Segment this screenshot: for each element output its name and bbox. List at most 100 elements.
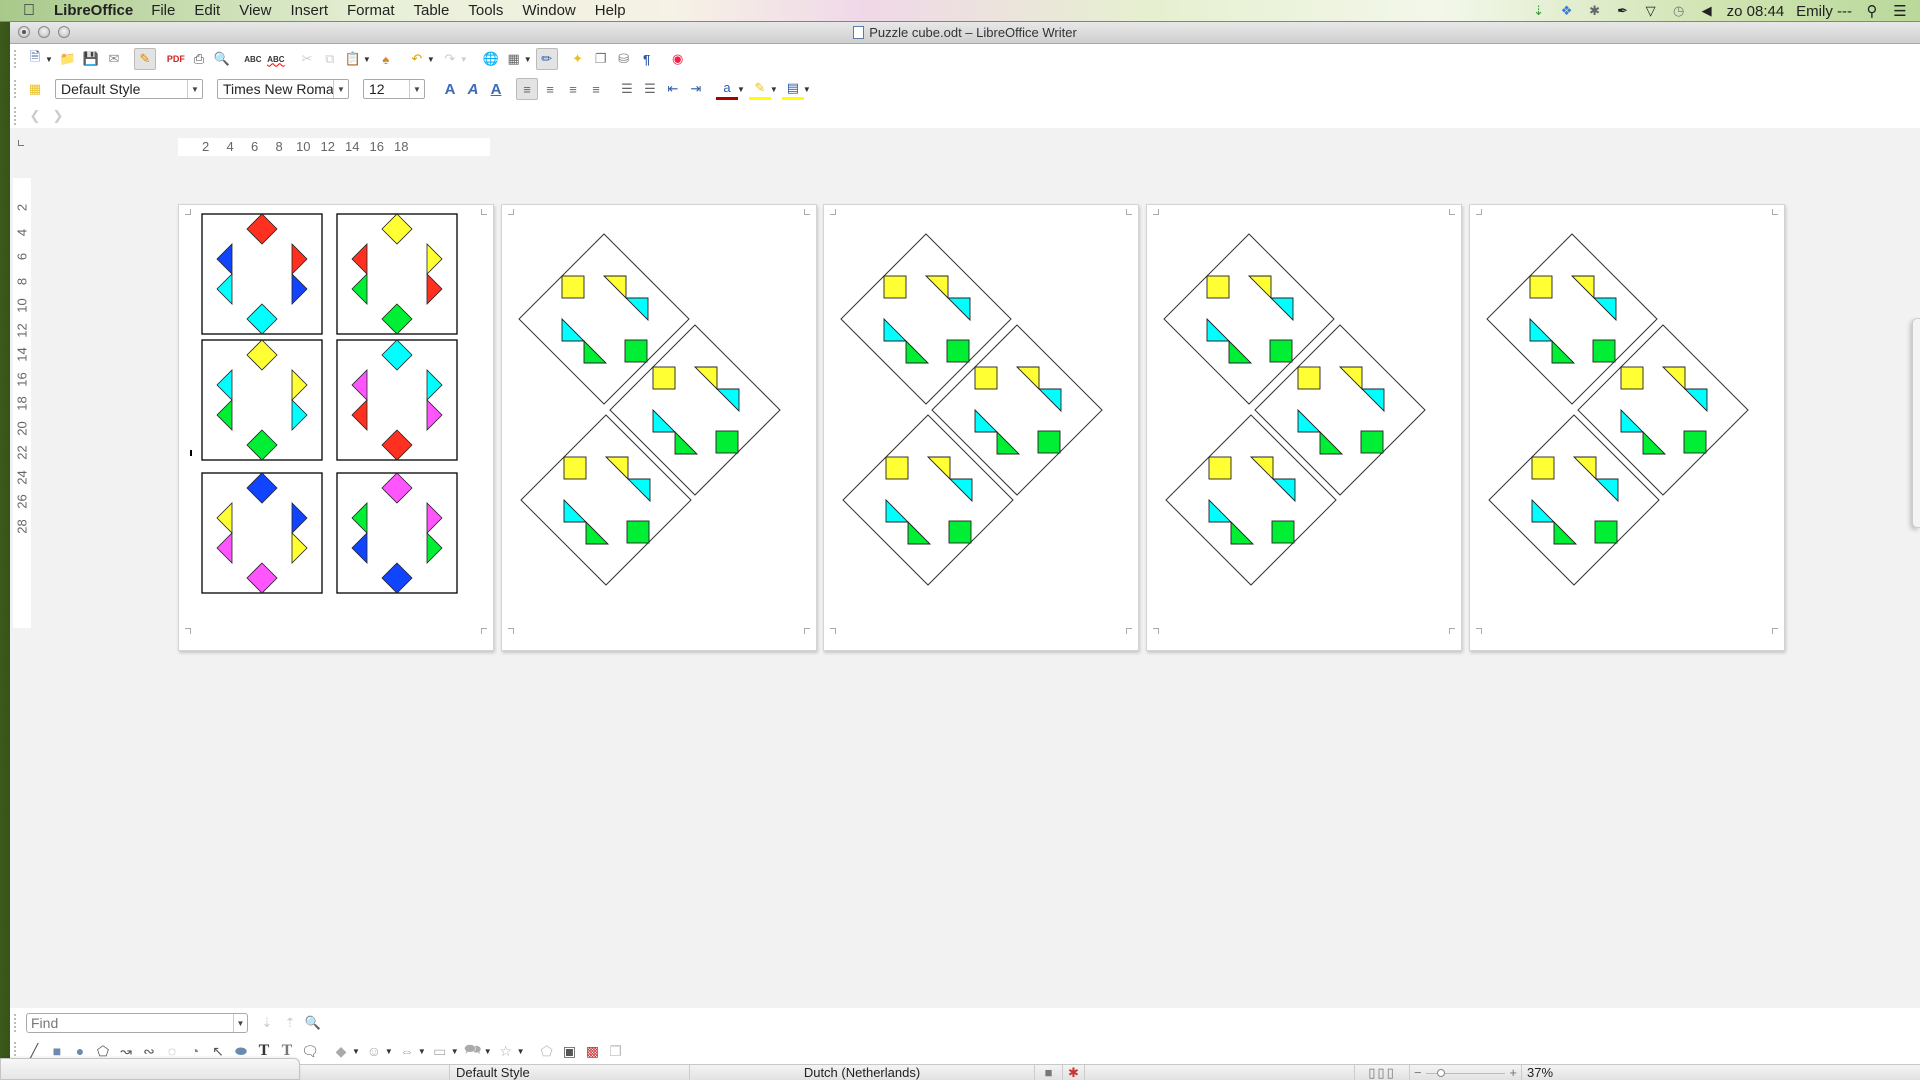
bold-icon[interactable]: A bbox=[439, 78, 461, 100]
chevron-down-icon[interactable]: ▼ bbox=[409, 80, 424, 98]
zoom-window-button[interactable] bbox=[58, 26, 70, 38]
paste-dropdown-arrow[interactable]: ▼ bbox=[363, 55, 371, 64]
dropbox-icon[interactable]: ❖ bbox=[1559, 3, 1575, 19]
symbol-shapes-dropdown-arrow[interactable]: ▼ bbox=[385, 1047, 393, 1056]
horizontal-ruler[interactable]: 2 4 6 8 10 12 14 16 18 bbox=[178, 138, 490, 156]
highlighting-dropdown-arrow[interactable]: ▼ bbox=[770, 85, 778, 94]
zoom-out-icon[interactable]: − bbox=[1414, 1065, 1422, 1080]
find-next-icon[interactable]: ⇣ bbox=[256, 1012, 278, 1034]
copy-icon[interactable]: ⧉ bbox=[319, 48, 341, 70]
hyperlink-icon[interactable]: 🌐 bbox=[480, 48, 502, 70]
font-color-dropdown-arrow[interactable]: ▼ bbox=[737, 85, 745, 94]
underline-icon[interactable]: A bbox=[485, 78, 507, 100]
font-color-icon[interactable]: a bbox=[716, 78, 738, 100]
spellcheck-icon[interactable]: ABC bbox=[242, 48, 264, 70]
menu-file[interactable]: File bbox=[151, 2, 175, 19]
flowcharts-dropdown-arrow[interactable]: ▼ bbox=[451, 1047, 459, 1056]
chevron-down-icon[interactable]: ▼ bbox=[187, 80, 202, 98]
find-replace-icon[interactable]: 🔍 bbox=[302, 1012, 324, 1034]
paragraph-style-select[interactable]: Default Style ▼ bbox=[55, 79, 203, 99]
print-preview-icon[interactable]: 🔍 bbox=[211, 48, 233, 70]
toolbar-grip[interactable] bbox=[14, 1014, 18, 1032]
document-workspace[interactable]: 2 4 6 8 10 12 14 16 18 2 4 6 8 10 12 14 16 18 20 22 24 26 28 bbox=[10, 128, 1920, 1008]
table-dropdown-arrow[interactable]: ▼ bbox=[524, 55, 532, 64]
highlighting-icon[interactable]: ✎ bbox=[748, 78, 771, 100]
gallery-icon[interactable]: ❐ bbox=[590, 48, 612, 70]
font-size-select[interactable]: 12 ▼ bbox=[363, 79, 425, 99]
volume-icon[interactable]: ◀ bbox=[1699, 3, 1715, 19]
undo-dropdown-arrow[interactable]: ▼ bbox=[427, 55, 435, 64]
notification-center-icon[interactable]: ☰ bbox=[1892, 3, 1908, 20]
user-name[interactable]: Emily --- bbox=[1796, 3, 1852, 20]
cut-icon[interactable]: ✂ bbox=[296, 48, 318, 70]
open-folder-icon[interactable]: 📁 bbox=[57, 48, 79, 70]
clone-formatting-icon[interactable]: ♠ bbox=[375, 48, 397, 70]
points-icon[interactable]: ⬠ bbox=[537, 1041, 557, 1061]
fontwork-gallery-icon[interactable]: ▣ bbox=[560, 1041, 580, 1061]
ruler-corner-tab-selector[interactable] bbox=[18, 140, 24, 146]
page-4[interactable] bbox=[1146, 204, 1462, 651]
zoom-slider-knob[interactable] bbox=[1436, 1068, 1445, 1077]
clock[interactable]: zo 08:44 bbox=[1727, 3, 1785, 20]
page-2[interactable] bbox=[501, 204, 817, 651]
menu-edit[interactable]: Edit bbox=[194, 2, 220, 19]
forward-icon[interactable]: ❯ bbox=[47, 105, 69, 127]
wifi-icon[interactable]: ▽ bbox=[1643, 3, 1659, 19]
email-icon[interactable]: ✉ bbox=[103, 48, 125, 70]
sidebar-panel-handle[interactable] bbox=[1912, 318, 1920, 528]
help-icon[interactable]: ◉ bbox=[667, 48, 689, 70]
toolbar-grip[interactable] bbox=[14, 107, 18, 125]
time-machine-icon[interactable]: ◷ bbox=[1671, 3, 1687, 19]
new-document-icon[interactable]: 🗎 bbox=[24, 48, 46, 70]
paste-icon[interactable]: 📋 bbox=[342, 48, 364, 70]
font-name-select[interactable]: Times New Roma ▼ bbox=[217, 79, 349, 99]
bluetooth-icon[interactable]: ✱ bbox=[1587, 3, 1603, 19]
increase-indent-icon[interactable]: ⇥ bbox=[685, 78, 707, 100]
redo-icon[interactable]: ↷ bbox=[439, 48, 461, 70]
block-arrows-dropdown-arrow[interactable]: ▼ bbox=[418, 1047, 426, 1056]
callouts-dropdown-arrow[interactable]: ▼ bbox=[484, 1047, 492, 1056]
menu-help[interactable]: Help bbox=[595, 2, 626, 19]
toolbar-grip[interactable] bbox=[14, 50, 18, 68]
align-right-icon[interactable]: ≡ bbox=[562, 78, 584, 100]
page-style-status[interactable]: Default Style bbox=[450, 1065, 690, 1080]
new-dropdown-arrow[interactable]: ▼ bbox=[45, 55, 53, 64]
print-icon[interactable]: ⎙ bbox=[188, 48, 210, 70]
background-color-icon[interactable]: ▤ bbox=[781, 78, 804, 100]
zoom-percent[interactable]: 37% bbox=[1522, 1065, 1558, 1080]
menu-format[interactable]: Format bbox=[347, 2, 395, 19]
toolbar-grip[interactable] bbox=[14, 80, 18, 98]
menu-table[interactable]: Table bbox=[414, 2, 450, 19]
menu-window[interactable]: Window bbox=[522, 2, 575, 19]
formatting-marks-icon[interactable]: ¶ bbox=[636, 48, 658, 70]
close-window-button[interactable] bbox=[18, 26, 30, 38]
find-input[interactable]: Find ▼ bbox=[26, 1013, 248, 1033]
block-arrows-icon[interactable]: ⇔ bbox=[397, 1041, 417, 1061]
menu-tools[interactable]: Tools bbox=[468, 2, 503, 19]
basic-shapes-dropdown-arrow[interactable]: ▼ bbox=[352, 1047, 360, 1056]
find-previous-icon[interactable]: ⇡ bbox=[279, 1012, 301, 1034]
save-icon[interactable]: 💾 bbox=[80, 48, 102, 70]
callouts-icon[interactable]: 🗪 bbox=[463, 1041, 483, 1061]
apple-menu-icon[interactable]:  bbox=[18, 2, 40, 20]
symbol-shapes-icon[interactable]: ☺ bbox=[364, 1041, 384, 1061]
page-5[interactable] bbox=[1469, 204, 1785, 651]
insert-mode-icon[interactable]: ■ bbox=[1035, 1065, 1063, 1080]
italic-icon[interactable]: A bbox=[462, 78, 484, 100]
chevron-down-icon[interactable]: ▼ bbox=[233, 1014, 247, 1032]
view-layout-icons[interactable]: ▯▯▯ bbox=[1355, 1065, 1410, 1080]
download-icon[interactable]: ⇣ bbox=[1531, 3, 1547, 19]
page-1[interactable] bbox=[178, 204, 494, 651]
flowcharts-icon[interactable]: ▭ bbox=[430, 1041, 450, 1061]
align-left-icon[interactable]: ≡ bbox=[516, 78, 538, 100]
zoom-slider-track[interactable] bbox=[1425, 1068, 1506, 1077]
table-icon[interactable]: ▦ bbox=[503, 48, 525, 70]
chevron-down-icon[interactable]: ▼ bbox=[333, 80, 348, 98]
numbering-icon[interactable]: ☰ bbox=[616, 78, 638, 100]
stars-dropdown-arrow[interactable]: ▼ bbox=[517, 1047, 525, 1056]
menu-view[interactable]: View bbox=[239, 2, 271, 19]
vertical-ruler[interactable]: 2 4 6 8 10 12 14 16 18 20 22 24 26 28 bbox=[13, 178, 31, 628]
page-3[interactable] bbox=[823, 204, 1139, 651]
zoom-in-icon[interactable]: + bbox=[1509, 1065, 1517, 1080]
spotlight-search-icon[interactable]: ⚲ bbox=[1864, 3, 1880, 20]
